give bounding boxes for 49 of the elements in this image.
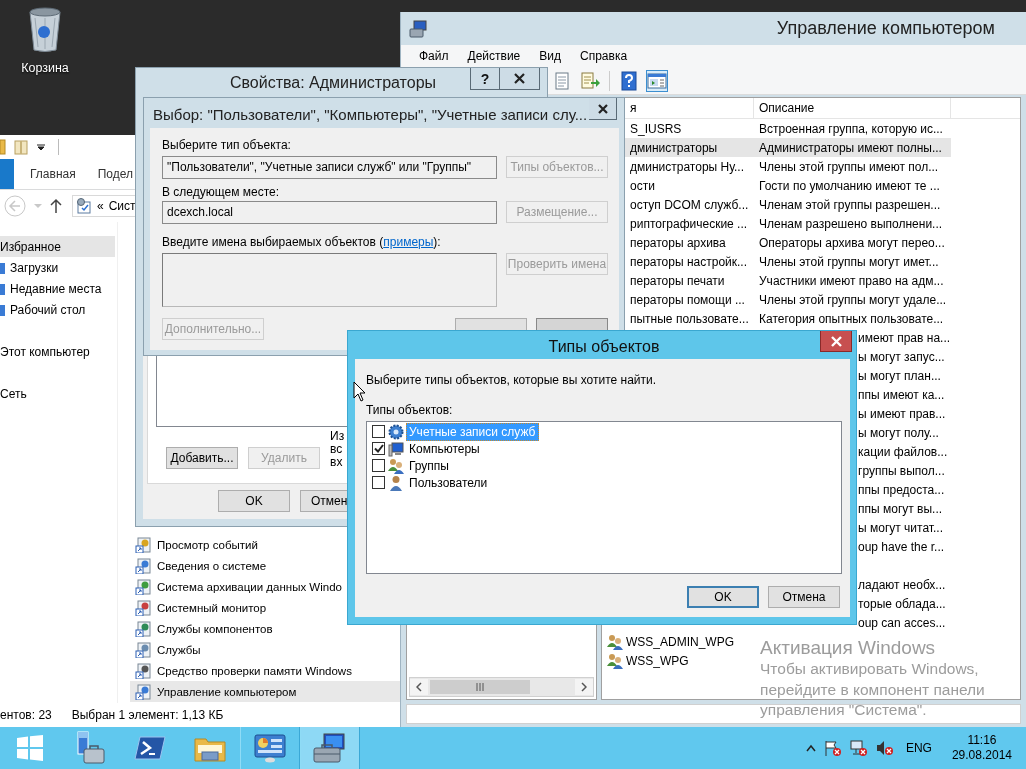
table-cell: Категория опытных пользовате...	[759, 311, 944, 326]
table-cell: ператоры настройк...	[630, 254, 748, 269]
table-cell: Участники имеют право на адм...	[759, 273, 944, 288]
table-cell: ы могут полу...	[858, 425, 939, 440]
list-label: Типы объектов:	[366, 403, 454, 417]
dialog-title: Выбор: "Пользователи", "Компьютеры", "Учетные записи слу...	[152, 105, 589, 123]
table-cell: Членам этой группы разрешен...	[759, 197, 941, 212]
table-cell: риптографические ...	[630, 216, 748, 231]
table-cell: S_IUSRS	[630, 121, 682, 136]
table-cell: ы могут читат...	[858, 520, 943, 535]
table-cell: ы имеют прав...	[858, 406, 946, 421]
status-text: Выбран 1 элемент: 1,13 КБ	[71, 708, 224, 722]
table-cell: ппы могут вы...	[858, 501, 943, 516]
field-label: Введите имена выбираемых объектов (примеры):	[162, 235, 442, 249]
table-cell: кации файлов...	[858, 444, 948, 459]
description-text: Из вс вх	[330, 430, 346, 469]
table-cell: Встроенная группа, которую ис...	[759, 121, 943, 136]
table-cell: дминистраторы	[630, 140, 718, 155]
instruction-text: Выберите типы объектов, которые вы хотите найти.	[366, 373, 658, 387]
field-label: Выберите тип объекта:	[162, 138, 292, 152]
status-text: ентов: 23	[0, 708, 52, 722]
table-cell: ости	[630, 178, 655, 193]
table-cell: Операторы архива могут перео...	[759, 235, 945, 250]
table-cell: oup can acces...	[858, 615, 946, 630]
window-title: Управление компьютером	[776, 18, 995, 39]
table-cell: ппы предоста...	[858, 482, 945, 497]
table-cell: oup have the r...	[858, 539, 945, 554]
table-cell: оступ DCOM служб...	[630, 197, 749, 212]
table-cell: ператоры помощи ...	[630, 292, 745, 307]
table-cell: ппы имеют ка...	[858, 387, 945, 402]
table-cell: WSS_ADMIN_WPG	[626, 634, 734, 649]
field-label: В следующем месте:	[162, 185, 281, 199]
table-cell: группы выпол...	[858, 463, 945, 478]
table-cell: Гости по умолчанию имеют те ...	[759, 178, 940, 193]
activation-notice: Активация Windows Чтобы активировать Windows, перейдите в компонент панели управления "Система".	[760, 637, 985, 720]
table-cell: ладают необх...	[858, 577, 946, 592]
table-cell: Администраторы имеют полны...	[759, 140, 942, 155]
table-cell: Члены этой группы имеют пол...	[759, 159, 939, 174]
table-cell: WSS_WPG	[626, 653, 689, 668]
table-cell: пытные пользовате...	[630, 311, 749, 326]
table-cell: ы могут запус...	[858, 349, 945, 364]
table-cell: ператоры архива	[630, 235, 726, 250]
dialog-title: Типы объектов	[547, 337, 661, 356]
table-cell: ператоры печати	[630, 273, 725, 288]
dialog-title: Свойства: Администраторы	[228, 73, 438, 92]
table-cell: Члены этой группы могут имет...	[759, 254, 939, 269]
table-cell: дминистраторы Ну...	[630, 159, 744, 174]
table-cell: Члены этой группы могут удале...	[759, 292, 947, 307]
table-cell: Членам разрешено выполнени...	[759, 216, 943, 231]
